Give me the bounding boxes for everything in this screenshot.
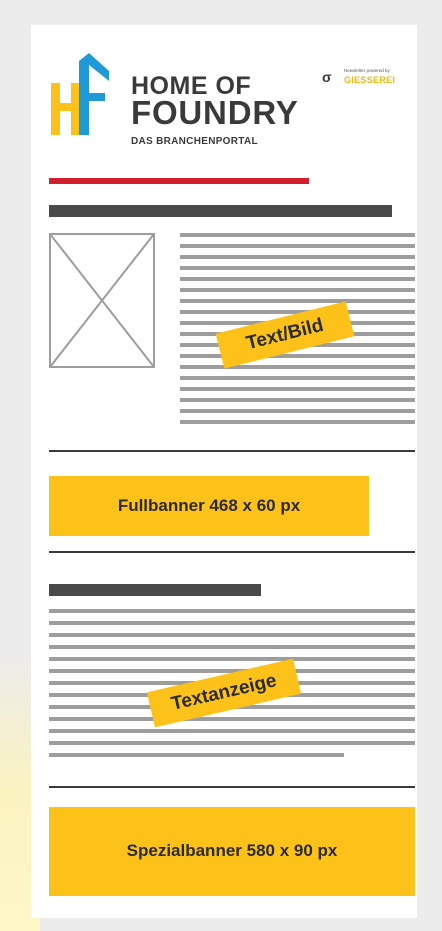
giesserei-logo: σ Newsletter powered by GIESSEREI — [322, 68, 414, 88]
section-divider — [49, 551, 415, 553]
text-line — [180, 398, 415, 402]
text-line — [49, 609, 415, 613]
text-line — [180, 376, 415, 380]
text-line — [49, 657, 415, 661]
special-banner-label: Spezialbanner 580 x 90 px — [126, 841, 338, 860]
text-line — [180, 277, 415, 281]
text-line — [180, 299, 415, 303]
brand-tagline: DAS BRANCHENPORTAL — [131, 136, 258, 147]
text-line — [180, 244, 415, 248]
newsletter-mockup: HOME OF FOUNDRY DAS BRANCHENPORTAL σ New… — [31, 25, 417, 918]
section-divider — [49, 786, 415, 788]
text-ad-headline-bar — [49, 584, 261, 596]
text-line — [180, 255, 415, 259]
text-line — [49, 729, 415, 733]
publisher-name: GIESSEREI — [344, 75, 396, 85]
text-line — [49, 621, 415, 625]
text-line — [49, 645, 415, 649]
text-line — [49, 753, 344, 757]
text-line — [49, 717, 415, 721]
text-line — [180, 354, 415, 358]
text-line — [180, 288, 415, 292]
special-banner-ad: Spezialbanner 580 x 90 px — [49, 807, 415, 896]
fullbanner-label: Fullbanner 468 x 60 px — [117, 496, 301, 515]
text-line — [49, 741, 415, 745]
giesserei-g-icon: σ — [322, 69, 332, 85]
text-line — [180, 387, 415, 391]
publisher-powered-by: Newsletter powered by — [344, 68, 390, 73]
section-divider — [49, 450, 415, 452]
brand-line-2: FOUNDRY — [131, 94, 299, 131]
text-line — [180, 266, 415, 270]
text-line — [49, 633, 415, 637]
text-line — [180, 409, 415, 413]
text-line — [180, 233, 415, 237]
image-placeholder-icon — [49, 233, 155, 368]
fullbanner-ad: Fullbanner 468 x 60 px — [49, 476, 369, 536]
home-of-foundry-logo-icon — [51, 53, 109, 135]
headline-placeholder-bar — [49, 205, 392, 217]
red-accent-bar — [49, 178, 309, 184]
text-line — [180, 365, 415, 369]
text-line — [180, 420, 415, 424]
